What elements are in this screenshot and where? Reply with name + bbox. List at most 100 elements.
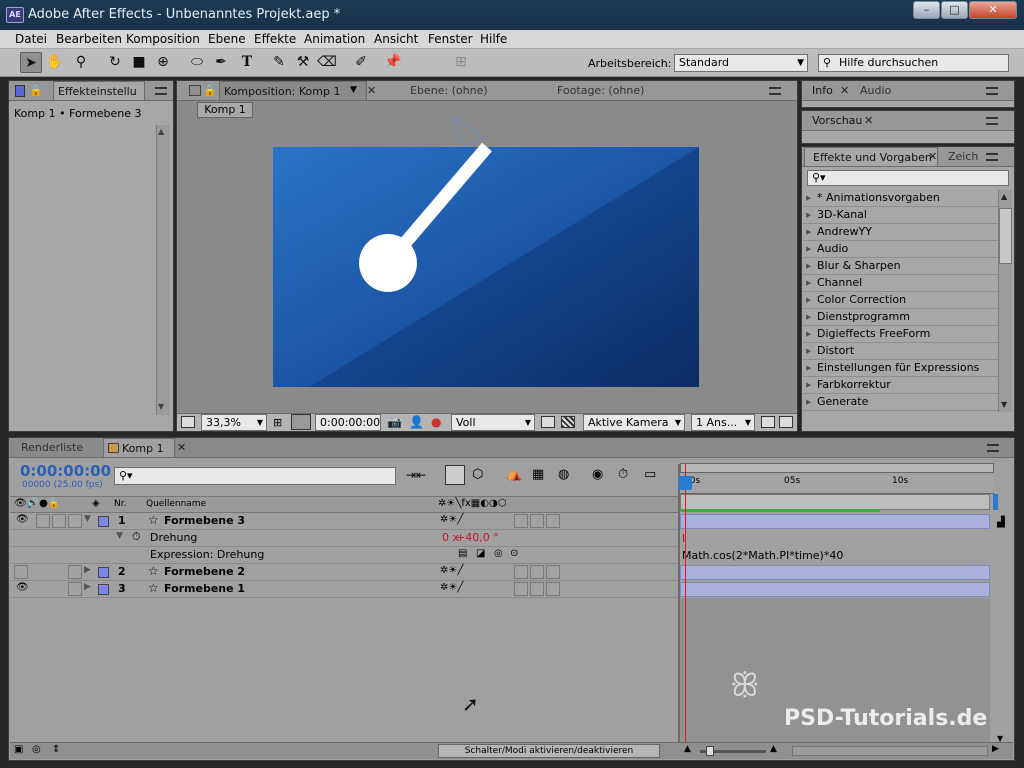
- show-snapshot-icon[interactable]: 👤: [409, 415, 424, 429]
- stopwatch-icon[interactable]: ⏱: [132, 530, 141, 544]
- scrollbar-thumb[interactable]: [999, 208, 1012, 264]
- maximize-button[interactable]: □: [941, 1, 968, 19]
- layer-name[interactable]: Formebene 1: [164, 582, 245, 595]
- lock-icon[interactable]: 🔒: [29, 84, 43, 97]
- close-tab-icon[interactable]: ✕: [928, 150, 937, 163]
- clone-stamp-tool-icon[interactable]: ⚒: [292, 52, 314, 73]
- mask-visibility-icon[interactable]: [291, 414, 311, 430]
- panel-menu-icon[interactable]: [986, 117, 998, 125]
- expression-enable-icon[interactable]: ▤: [458, 548, 467, 559]
- minimize-button[interactable]: –: [913, 1, 940, 19]
- effects-list-item[interactable]: * Animationsvorgaben: [803, 190, 998, 207]
- playhead-handle[interactable]: [679, 476, 692, 490]
- scroll-down-icon[interactable]: ▼: [158, 402, 164, 411]
- collapse-twirl-icon[interactable]: ▶: [84, 565, 91, 575]
- motion-blur-icon[interactable]: ◍: [558, 467, 569, 482]
- scroll-down-icon[interactable]: ▼: [1001, 400, 1007, 409]
- horizontal-scrollbar[interactable]: [792, 746, 988, 756]
- collapse-twirl-icon[interactable]: ▶: [84, 582, 91, 592]
- solo-switch[interactable]: [52, 514, 66, 528]
- layer-label-color[interactable]: [98, 584, 109, 595]
- camera-dropdown[interactable]: Aktive Kamera ▼: [583, 414, 685, 431]
- effects-list-item[interactable]: Blur & Sharpen: [803, 258, 998, 275]
- menu-datei[interactable]: Datei: [15, 32, 47, 46]
- draft-3d-icon[interactable]: ⬡: [472, 467, 483, 482]
- tab-info[interactable]: Info: [812, 84, 833, 97]
- 3d-switch[interactable]: [546, 582, 560, 596]
- panel-menu-icon[interactable]: [987, 444, 999, 452]
- audio-switch[interactable]: [36, 514, 50, 528]
- viewer-timecode[interactable]: 0:00:00:00: [315, 414, 381, 431]
- scroll-up-icon[interactable]: ▲: [1001, 192, 1007, 201]
- parent-switch[interactable]: [530, 582, 544, 596]
- auto-keyframe-icon[interactable]: ⏱: [618, 467, 628, 482]
- close-tab-icon[interactable]: ✕: [177, 441, 186, 454]
- effects-list-item[interactable]: Distort: [803, 343, 998, 360]
- resolution-dropdown[interactable]: Voll ▼: [451, 414, 535, 431]
- in-out-toggle-icon[interactable]: ⇕: [52, 744, 60, 755]
- visibility-switch[interactable]: [14, 565, 28, 579]
- property-row-rotation[interactable]: ▼ ⏱ Drehung 0 x +40,0 °: [10, 530, 678, 547]
- 3d-switch[interactable]: [546, 565, 560, 579]
- timeline-search-input[interactable]: ⚲▾: [114, 467, 396, 485]
- fast-previews-icon[interactable]: [779, 416, 793, 428]
- effects-list-item[interactable]: 3D-Kanal: [803, 207, 998, 224]
- ellipse-tool-icon[interactable]: ⬭: [186, 52, 208, 73]
- zoom-tool-icon[interactable]: ⚲: [70, 52, 92, 73]
- expression-text[interactable]: Math.cos(2*Math.PI*time)*40: [680, 548, 990, 564]
- expand-twirl-icon[interactable]: ▼: [84, 514, 91, 524]
- layer-row[interactable]: ▶ 2 ☆ Formebene 2 ✲☀╱: [10, 564, 678, 581]
- toggle-switches-modes-button[interactable]: Schalter/Modi aktivieren/deaktivieren: [438, 744, 660, 758]
- eraser-tool-icon[interactable]: ⌫: [316, 52, 338, 73]
- close-tab-icon[interactable]: ✕: [840, 84, 849, 97]
- 3d-switch[interactable]: [546, 514, 560, 528]
- camera-tool-icon[interactable]: ■: [128, 52, 150, 73]
- visibility-column-icon[interactable]: 👁🔊●🔒: [14, 498, 60, 509]
- timeline-timecode[interactable]: 0:00:00:00: [20, 462, 111, 480]
- close-tab-icon[interactable]: ✕: [864, 114, 873, 127]
- effects-list-item[interactable]: Farbkorrektur: [803, 377, 998, 394]
- effects-list-item[interactable]: Einstellungen für Expressions: [803, 360, 998, 377]
- layer-row[interactable]: 👁 ▼ 1 ☆ Formebene 3 ✲☀╱: [10, 513, 678, 530]
- menu-fenster[interactable]: Fenster: [428, 32, 473, 46]
- current-time-indicator[interactable]: [685, 464, 686, 742]
- close-tab-icon[interactable]: ✕: [367, 84, 376, 97]
- expand-twirl-icon[interactable]: ▼: [116, 531, 123, 541]
- brainstorm-icon[interactable]: ◉: [592, 467, 603, 482]
- work-area-bar[interactable]: [680, 463, 994, 473]
- effects-list-item[interactable]: Digieffects FreeForm: [803, 326, 998, 343]
- layer-switches-toggle-icon[interactable]: ▣: [14, 744, 23, 755]
- layer-duration-bar[interactable]: [680, 565, 990, 580]
- panel-menu-icon[interactable]: [986, 153, 998, 161]
- views-dropdown[interactable]: 1 Ans... ▼: [691, 414, 755, 431]
- rotation-degrees-value[interactable]: +40,0 °: [456, 531, 499, 544]
- menu-effekte[interactable]: Effekte: [254, 32, 296, 46]
- menu-animation[interactable]: Animation: [304, 32, 365, 46]
- effects-list-item[interactable]: Audio: [803, 241, 998, 258]
- zoom-dropdown[interactable]: 33,3% ▼: [201, 414, 267, 431]
- lock-icon[interactable]: 🔒: [203, 84, 217, 97]
- vertical-scrollbar[interactable]: ▲ ▼: [156, 125, 170, 415]
- navigator-bar[interactable]: [680, 494, 990, 510]
- menu-komposition[interactable]: Komposition: [126, 32, 200, 46]
- blend-switch[interactable]: [514, 514, 528, 528]
- layer-switches-icons[interactable]: ✲☀╱: [440, 514, 463, 525]
- chevron-down-icon[interactable]: ▼: [350, 85, 357, 95]
- panel-menu-icon[interactable]: [769, 87, 781, 95]
- layer-name[interactable]: Formebene 3: [164, 514, 245, 527]
- layer-duration-bar[interactable]: [680, 582, 990, 597]
- workspace-dropdown[interactable]: Standard ▼: [674, 54, 808, 72]
- zoom-out-icon[interactable]: ▲: [684, 744, 691, 754]
- zoom-in-icon[interactable]: ▟: [997, 517, 1005, 528]
- frame-blending-icon[interactable]: ▦: [532, 467, 544, 482]
- effects-list-item[interactable]: Color Correction: [803, 292, 998, 309]
- channels-rgb-icon[interactable]: ●: [431, 415, 441, 429]
- lock-switch[interactable]: [68, 582, 82, 596]
- rotate-tool-icon[interactable]: ↻: [104, 52, 126, 73]
- tab-render-queue[interactable]: Renderliste: [21, 441, 83, 454]
- menu-bearbeiten[interactable]: Bearbeiten: [56, 32, 122, 46]
- expression-pickwhip-icon[interactable]: ◎: [494, 548, 503, 559]
- menu-ebene[interactable]: Ebene: [208, 32, 246, 46]
- column-nr[interactable]: Nr.: [114, 499, 126, 509]
- comp-breadcrumb-chip[interactable]: Komp 1: [197, 102, 253, 118]
